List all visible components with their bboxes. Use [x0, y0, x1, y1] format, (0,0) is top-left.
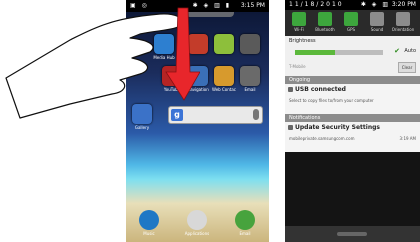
notification-body: Select to copy files to/from your comput… — [289, 98, 374, 103]
gps-icon — [344, 12, 358, 26]
microphone-icon[interactable] — [253, 109, 259, 120]
app-icon — [214, 34, 234, 54]
contacts-icon — [214, 66, 234, 86]
app-label: Email — [244, 87, 256, 92]
hand-icon — [5, 13, 184, 119]
toggle-orientation[interactable]: Orientation — [391, 12, 415, 32]
usb-icon — [288, 87, 293, 92]
dock-applications[interactable]: Applications — [182, 210, 212, 236]
music-icon — [139, 210, 159, 230]
status-bar: 11/18/2010 ✱ ◈ ▥ 3:20 PM — [285, 0, 420, 10]
status-time: 3:20 PM — [391, 1, 416, 8]
app-web-contacts[interactable]: Web Contacts — [212, 66, 236, 92]
check-icon[interactable]: ✔ — [394, 47, 400, 55]
dock-label: Music — [143, 231, 155, 236]
carrier-label: T-Mobile — [289, 64, 306, 69]
dock-music[interactable]: Music — [134, 210, 164, 236]
brightness-title: Brightness — [289, 38, 316, 44]
toggle-label: Wi-Fi — [294, 27, 304, 32]
section-ongoing: Ongoing — [285, 76, 420, 84]
swipe-gesture-illustration — [5, 7, 200, 119]
wifi-icon — [292, 12, 306, 26]
brightness-panel: Brightness ✔ Auto T-Mobile Clear — [285, 36, 420, 76]
app-3[interactable] — [212, 34, 236, 54]
app-email[interactable]: Email — [238, 66, 262, 92]
update-icon — [288, 125, 293, 130]
dock-email[interactable]: Email — [230, 210, 260, 236]
brightness-fill — [295, 50, 335, 55]
notification-panel: 11/18/2010 ✱ ◈ ▥ 3:20 PM Wi-Fi Bluetooth… — [285, 0, 420, 242]
toggle-sound[interactable]: Sound — [365, 12, 389, 32]
toggle-gps[interactable]: GPS — [339, 12, 363, 32]
toggle-label: Orientation — [391, 27, 415, 32]
grip-icon — [337, 232, 367, 236]
dock-label: Applications — [184, 231, 210, 236]
status-date: 11/18/2010 — [289, 1, 344, 8]
notification-usb[interactable]: USB connected Select to copy files to/fr… — [285, 84, 420, 114]
section-notifications: Notifications — [285, 114, 420, 122]
toggle-label: Bluetooth — [315, 27, 335, 32]
toggle-label: Sound — [370, 27, 384, 32]
dock: Music Applications Email — [126, 206, 269, 242]
brightness-slider[interactable] — [295, 50, 383, 55]
app-label: Web Contacts — [212, 87, 236, 92]
auto-brightness-label: Auto — [404, 48, 416, 54]
notification-title: Update Security Settings — [295, 124, 380, 131]
notification-update-security[interactable]: Update Security Settings mobileprivate.s… — [285, 122, 420, 152]
toggle-wifi[interactable]: Wi-Fi — [287, 12, 311, 32]
toggle-bluetooth[interactable]: Bluetooth — [313, 12, 337, 32]
applications-grid-icon — [187, 210, 207, 230]
status-right-icons: ✱ ◈ ▥ — [360, 1, 390, 8]
notification-time: 3:19 AM — [399, 136, 416, 141]
orientation-icon — [396, 12, 410, 26]
notification-title: USB connected — [295, 86, 346, 93]
dock-label: Email — [239, 231, 251, 236]
toggle-label: GPS — [346, 27, 356, 32]
email-icon — [240, 66, 260, 86]
quick-toggles: Wi-Fi Bluetooth GPS Sound Orientation — [285, 10, 420, 36]
sound-icon — [370, 12, 384, 26]
notification-body: mobileprivate.samsungcom.com — [289, 136, 355, 141]
app-icon — [240, 34, 260, 54]
bluetooth-icon — [318, 12, 332, 26]
email-icon — [235, 210, 255, 230]
status-time: 3:15 PM — [240, 2, 265, 9]
app-4[interactable] — [238, 34, 262, 54]
panel-close-handle[interactable] — [285, 226, 420, 242]
clear-button[interactable]: Clear — [398, 62, 416, 73]
